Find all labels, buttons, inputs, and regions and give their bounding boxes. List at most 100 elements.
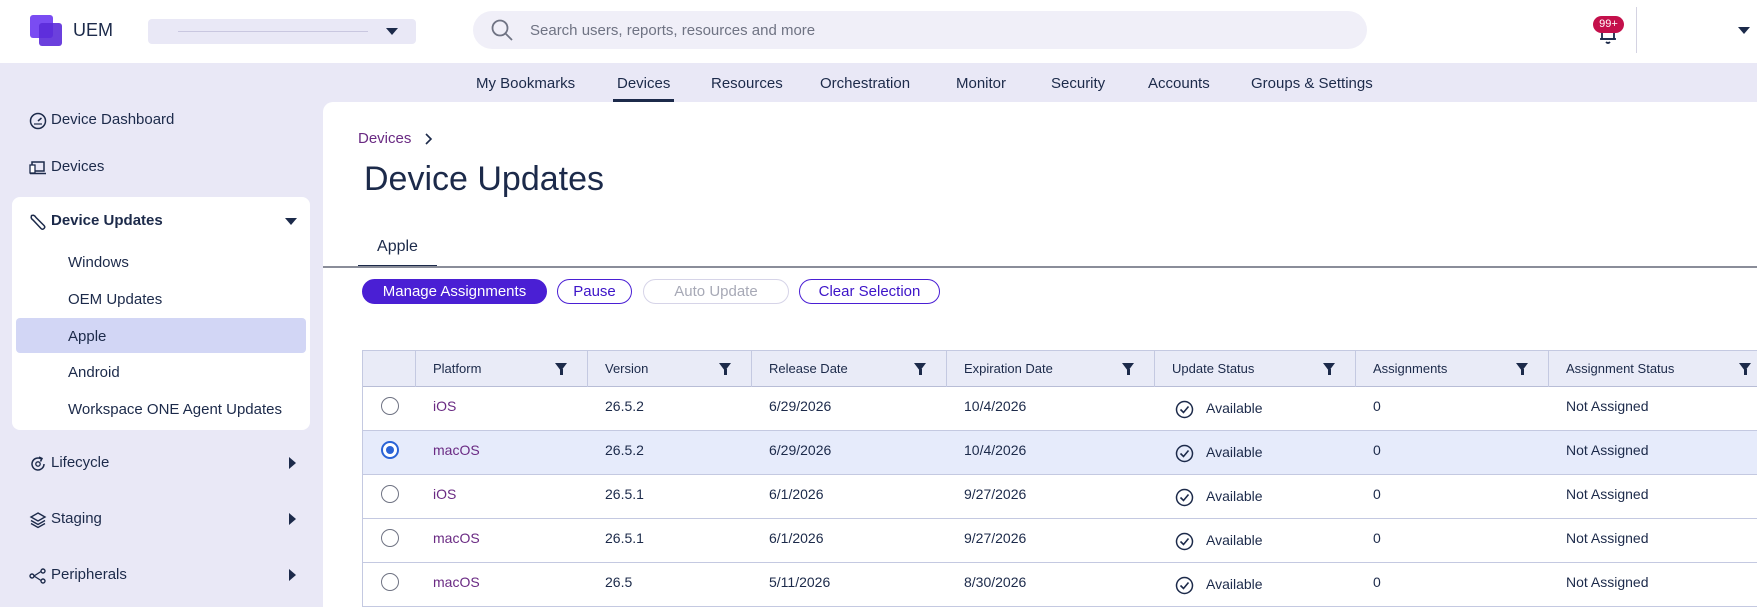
sidebar-item-device-dashboard[interactable]: Device Dashboard <box>29 111 174 130</box>
notification-badge: 99+ <box>1593 16 1624 33</box>
assignment-status-cell: Not Assigned <box>1566 486 1649 502</box>
sidebar-item-label: Staging <box>51 510 102 527</box>
table-header: Platform Version Release Date Expiration… <box>363 351 1757 387</box>
column-header-update-status[interactable]: Update Status <box>1172 351 1254 387</box>
table-row[interactable]: macOS 26.5.2 6/29/2026 10/4/2026 Availab… <box>363 431 1757 475</box>
platform-link[interactable]: macOS <box>433 574 480 590</box>
global-search[interactable] <box>473 11 1367 49</box>
app-logo-icon[interactable] <box>30 15 63 46</box>
clear-selection-button[interactable]: Clear Selection <box>799 279 940 304</box>
assignment-status-cell: Not Assigned <box>1566 530 1649 546</box>
assignments-cell: 0 <box>1373 486 1381 502</box>
tab-resources[interactable]: Resources <box>711 75 783 92</box>
breadcrumb-chevron-right-icon <box>425 133 433 145</box>
sidebar-subitem-windows[interactable]: Windows <box>68 254 129 271</box>
assignment-status-cell: Not Assigned <box>1566 574 1649 590</box>
table-row[interactable]: iOS 26.5.1 6/1/2026 9/27/2026 Available … <box>363 475 1757 519</box>
available-check-icon <box>1175 444 1194 463</box>
dashboard-icon <box>29 112 47 130</box>
expiration-date-cell: 10/4/2026 <box>964 398 1027 414</box>
collapse-chevron-icon[interactable] <box>285 218 297 225</box>
sidebar-item-devices[interactable]: Devices <box>29 158 104 175</box>
column-header-platform[interactable]: Platform <box>433 351 481 387</box>
manage-assignments-button[interactable]: Manage Assignments <box>362 279 547 304</box>
available-check-icon <box>1175 400 1194 419</box>
platform-link[interactable]: iOS <box>433 486 456 502</box>
expand-chevron-icon[interactable] <box>289 457 296 469</box>
expiration-date-cell: 10/4/2026 <box>964 442 1027 458</box>
top-bar: UEM 99+ <box>0 0 1757 63</box>
filter-icon[interactable] <box>555 363 567 375</box>
tab-security[interactable]: Security <box>1051 75 1105 92</box>
tab-accounts[interactable]: Accounts <box>1148 75 1210 92</box>
row-select-radio[interactable] <box>381 397 399 415</box>
version-cell: 26.5.1 <box>605 530 644 546</box>
row-select-radio[interactable] <box>381 441 399 459</box>
updates-table: Platform Version Release Date Expiration… <box>362 350 1757 607</box>
release-date-cell: 6/1/2026 <box>769 486 824 502</box>
row-select-radio[interactable] <box>381 529 399 547</box>
filter-icon[interactable] <box>719 363 731 375</box>
search-input[interactable] <box>530 19 1330 41</box>
search-icon <box>491 19 513 41</box>
update-status-cell: Available <box>1206 400 1263 416</box>
row-select-radio[interactable] <box>381 485 399 503</box>
breadcrumb-devices[interactable]: Devices <box>358 130 411 147</box>
tab-orchestration[interactable]: Orchestration <box>820 75 910 92</box>
row-select-radio[interactable] <box>381 573 399 591</box>
table-row[interactable]: macOS 26.5 5/11/2026 8/30/2026 Available… <box>363 563 1757 607</box>
column-header-expiration-date[interactable]: Expiration Date <box>964 351 1053 387</box>
expiration-date-cell: 8/30/2026 <box>964 574 1027 590</box>
sidebar-item-peripherals[interactable]: Peripherals <box>29 566 127 584</box>
lifecycle-icon <box>31 456 45 471</box>
sidebar-item-staging[interactable]: Staging <box>29 510 102 529</box>
column-header-assignments[interactable]: Assignments <box>1373 351 1447 387</box>
peripherals-icon <box>29 568 46 584</box>
filter-icon[interactable] <box>1323 363 1335 375</box>
user-menu-chevron-icon[interactable] <box>1738 27 1750 34</box>
table-row[interactable]: macOS 26.5.1 6/1/2026 9/27/2026 Availabl… <box>363 519 1757 563</box>
sidebar-subitem-android[interactable]: Android <box>68 364 120 381</box>
tab-my-bookmarks[interactable]: My Bookmarks <box>476 75 575 92</box>
sidebar-item-label: Device Updates <box>51 212 163 229</box>
wrench-icon <box>30 214 46 230</box>
table-row[interactable]: iOS 26.5.2 6/29/2026 10/4/2026 Available… <box>363 387 1757 431</box>
release-date-cell: 5/11/2026 <box>769 574 831 590</box>
available-check-icon <box>1175 576 1194 595</box>
version-cell: 26.5 <box>605 574 633 590</box>
platform-link[interactable]: macOS <box>433 530 480 546</box>
sidebar-item-label: Devices <box>51 158 105 175</box>
tab-groups-settings[interactable]: Groups & Settings <box>1251 75 1373 92</box>
sidebar-subitem-oem-updates[interactable]: OEM Updates <box>68 291 162 308</box>
column-header-assignment-status[interactable]: Assignment Status <box>1566 351 1674 387</box>
version-cell: 26.5.2 <box>605 398 644 414</box>
expand-chevron-icon[interactable] <box>289 513 296 525</box>
layers-icon <box>29 512 47 529</box>
update-status-cell: Available <box>1206 576 1263 592</box>
sidebar-subitem-apple[interactable]: Apple <box>68 328 106 345</box>
platform-link[interactable]: macOS <box>433 442 480 458</box>
column-header-version[interactable]: Version <box>605 351 648 387</box>
update-status-cell: Available <box>1206 488 1263 504</box>
tab-monitor[interactable]: Monitor <box>956 75 1006 92</box>
chevron-down-icon <box>386 28 398 35</box>
header-divider <box>1636 7 1637 53</box>
filter-icon[interactable] <box>1739 363 1751 375</box>
version-cell: 26.5.2 <box>605 442 644 458</box>
platform-link[interactable]: iOS <box>433 398 456 414</box>
sidebar-item-device-updates[interactable]: Device Updates <box>29 212 163 230</box>
tab-apple[interactable]: Apple <box>358 238 437 268</box>
column-header-release-date[interactable]: Release Date <box>769 351 848 387</box>
sidebar-item-lifecycle[interactable]: Lifecycle <box>29 454 109 471</box>
expand-chevron-icon[interactable] <box>289 569 296 581</box>
update-status-cell: Available <box>1206 532 1263 548</box>
sidebar-item-label: Lifecycle <box>51 454 110 471</box>
auto-update-button: Auto Update <box>643 279 789 304</box>
filter-icon[interactable] <box>1516 363 1528 375</box>
filter-icon[interactable] <box>914 363 926 375</box>
sidebar-subitem-workspace-one-agent-updates[interactable]: Workspace ONE Agent Updates <box>68 401 282 418</box>
pause-button[interactable]: Pause <box>557 279 632 304</box>
filter-icon[interactable] <box>1122 363 1134 375</box>
tab-devices[interactable]: Devices <box>612 75 675 102</box>
organization-selector[interactable] <box>148 19 416 44</box>
